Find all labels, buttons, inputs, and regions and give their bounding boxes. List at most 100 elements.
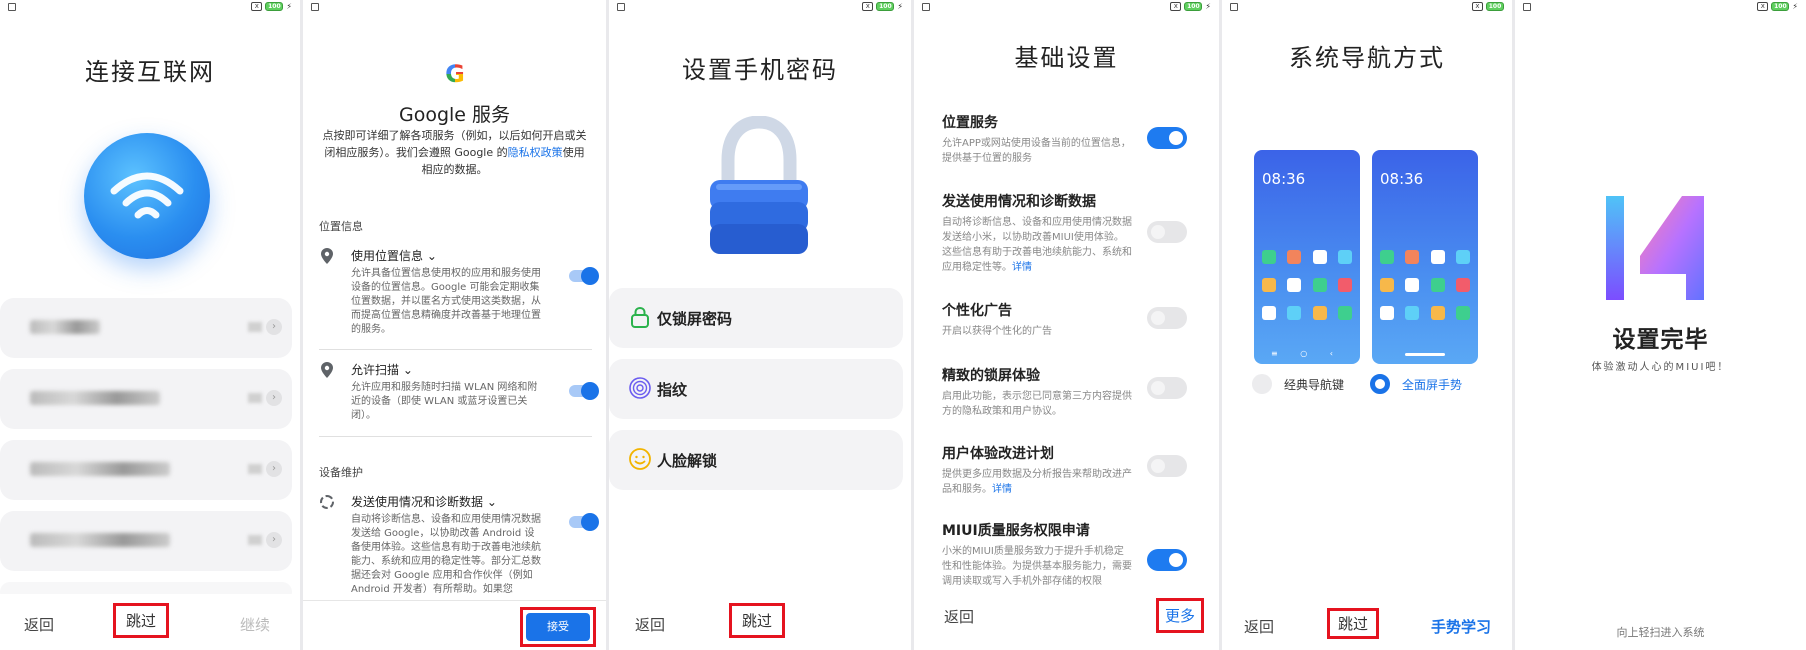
personalized-ads-item: 个性化广告 开启以获得个性化的广告 [942, 300, 1132, 339]
page-title: 基础设置 [1014, 44, 1119, 72]
item-description: 启用此功能，表示您已同意第三方内容提供方的隐私政策和用户协议。 [942, 391, 1132, 417]
network-name [30, 320, 100, 334]
back-button[interactable]: 返回 [24, 614, 54, 635]
item-title: 发送使用情况和诊断数据 [942, 194, 1096, 210]
face-unlock-option[interactable]: 人脸解锁 [609, 430, 903, 490]
preview-time: 08:36 [1380, 170, 1424, 188]
intro-text: 点按即可详细了解各项服务（例如，以后如何开启或关闭相应服务）。我们会遵照 Goo… [321, 127, 588, 178]
send-diagnostics-item[interactable]: 发送使用情况和诊断数据 ⌄ 自动将诊断信息、设备和应用使用情况数据发送给 Goo… [351, 493, 541, 597]
chevron-right-icon[interactable]: › [266, 319, 282, 335]
ux-improvement-item: 用户体验改进计划 提供更多应用数据及分析报告来帮助改进产品和服务。详情 [942, 443, 1132, 497]
page-title: 设置完毕 [1612, 327, 1709, 353]
charging-icon: ⚡ [897, 2, 903, 11]
gesture-nav-radio[interactable] [1370, 374, 1390, 394]
use-location-item[interactable]: 使用位置信息 ⌄ 允许具备位置信息使用权的应用和服务使用设备的位置信息。Goog… [351, 247, 541, 337]
bottom-bar: 返回 跳过 手势学习 [1222, 594, 1512, 650]
bottom-bar: 返回 跳过 [609, 594, 911, 650]
classic-nav-label[interactable]: 经典导航键 [1284, 376, 1344, 393]
fingerprint-option[interactable]: 指纹 [609, 359, 903, 419]
section-header-location: 位置信息 [319, 220, 363, 233]
ads-link[interactable]: 开启以获得个性化的广告 [942, 324, 1132, 339]
option-label: 人脸解锁 [657, 452, 718, 470]
skip-button[interactable]: 跳过 [1327, 608, 1380, 639]
item-title: 发送使用情况和诊断数据 [351, 495, 484, 509]
back-button[interactable]: 返回 [1244, 616, 1274, 637]
lock-screen-password-option[interactable]: 仅锁屏密码 [609, 288, 903, 348]
chevron-down-icon[interactable]: ⌄ [487, 495, 497, 509]
allow-scanning-toggle[interactable] [569, 382, 599, 400]
chevron-right-icon[interactable]: › [266, 390, 282, 406]
more-button[interactable]: 更多 [1156, 598, 1205, 633]
status-bar: x 100 ⚡ [609, 0, 911, 14]
notification-icon [1523, 3, 1531, 11]
sim-off-icon: x [1757, 2, 1769, 11]
wifi-network-item[interactable]: › [0, 298, 292, 358]
item-title: 精致的锁屏体验 [942, 368, 1040, 384]
chevron-right-icon[interactable]: › [266, 532, 282, 548]
option-label: 指纹 [657, 381, 688, 399]
gesture-nav-preview[interactable]: 08:36 [1372, 150, 1478, 364]
location-service-toggle[interactable] [1147, 127, 1187, 149]
divider [319, 436, 592, 437]
classic-nav-preview[interactable]: 08:36 ≡ ○ ‹ [1254, 150, 1360, 364]
back-button[interactable]: 返回 [944, 606, 974, 627]
item-description: 自动将诊断信息、设备和应用使用情况数据发送给小米，以协助改善MIUI使用体验。这… [942, 217, 1132, 273]
page-title: 设置手机密码 [682, 56, 838, 84]
sim-off-icon: x [1170, 2, 1182, 11]
diagnostics-item: 发送使用情况和诊断数据 自动将诊断信息、设备和应用使用情况数据发送给小米，以协助… [942, 191, 1132, 275]
battery-icon: 100 [1771, 2, 1790, 11]
use-location-toggle[interactable] [569, 267, 599, 285]
wifi-network-item[interactable]: › [0, 511, 292, 571]
item-title: 个性化广告 [942, 303, 1012, 319]
item-title: MIUI质量服务权限申请 [942, 523, 1090, 539]
accept-button-frame: 接受 [520, 607, 596, 647]
wifi-setup-screen: x 100 ⚡ 连接互联网 › › › › 返回 跳过 继续 [0, 0, 300, 650]
wifi-network-item[interactable]: › [0, 440, 292, 500]
app-icon-grid [1262, 250, 1352, 320]
item-title: 允许扫描 [351, 363, 400, 377]
ux-improvement-toggle[interactable] [1147, 455, 1187, 477]
classic-nav-radio[interactable] [1252, 374, 1272, 394]
option-label: 仅锁屏密码 [657, 310, 733, 328]
gesture-nav-label[interactable]: 全面屏手势 [1402, 376, 1462, 393]
scan-pin-icon [321, 362, 333, 378]
chevron-down-icon[interactable]: ⌄ [403, 363, 413, 377]
wifi-network-item[interactable]: › [0, 369, 292, 429]
accept-button[interactable]: 接受 [526, 613, 590, 641]
chevron-down-icon[interactable]: ⌄ [427, 249, 437, 263]
gesture-tutorial-button[interactable]: 手势学习 [1431, 616, 1491, 637]
details-link[interactable]: 详情 [1012, 262, 1032, 273]
lockscreen-experience-toggle[interactable] [1147, 377, 1187, 399]
chevron-right-icon[interactable]: › [266, 461, 282, 477]
location-service-item: 位置服务 允许APP或网站使用设备当前的位置信息，提供基于位置的服务 [942, 112, 1132, 166]
item-title: 位置服务 [942, 115, 998, 131]
send-diagnostics-toggle[interactable] [569, 513, 599, 531]
continue-button[interactable]: 继续 [240, 614, 270, 635]
skip-button[interactable]: 跳过 [729, 603, 786, 638]
back-button[interactable]: 返回 [635, 614, 665, 635]
miui-quality-toggle[interactable] [1147, 549, 1187, 571]
battery-icon: 100 [1184, 2, 1203, 11]
personalized-ads-toggle[interactable] [1147, 307, 1187, 329]
battery-icon: 100 [1486, 2, 1504, 11]
set-password-screen: x 100 ⚡ 设置手机密码 仅锁屏密码 指纹 人脸解锁 返回 跳过 [609, 0, 911, 650]
diagnostics-toggle[interactable] [1147, 221, 1187, 243]
item-description: 自动将诊断信息、设备和应用使用情况数据发送给 Google，以协助改善 Andr… [351, 514, 541, 595]
skip-button[interactable]: 跳过 [113, 603, 170, 638]
setup-complete-screen: x 100 ⚡ 14 设置完毕 体验激动人心的MIUI吧！ 向上轻扫进入系统 [1515, 0, 1806, 650]
google-services-screen: G Google 服务 点按即可详细了解各项服务（例如，以后如何开启或关闭相应服… [303, 0, 606, 650]
item-description: 允许APP或网站使用设备当前的位置信息，提供基于位置的服务 [942, 138, 1131, 164]
network-name [30, 391, 160, 405]
miui14-logo: 14 [1606, 196, 1704, 300]
item-description: 小米的MIUI质量服务致力于提升手机稳定性和性能体验。为提供基本服务能力，需要调… [942, 546, 1132, 587]
network-name [30, 462, 170, 476]
lockscreen-experience-item: 精致的锁屏体验 启用此功能，表示您已同意第三方内容提供方的隐私政策和用户协议。 [942, 365, 1132, 419]
padlock-hero-icon [710, 116, 808, 254]
lock-outline-icon [631, 306, 649, 328]
privacy-policy-link[interactable]: 隐私权政策 [508, 146, 563, 159]
status-bar: x 100 ⚡ [0, 0, 300, 14]
swipe-up-hint[interactable]: 向上轻扫进入系统 [1515, 624, 1806, 640]
allow-scanning-item[interactable]: 允许扫描 ⌄ 允许应用和服务随时扫描 WLAN 网络和附近的设备（即使 WLAN… [351, 361, 541, 423]
details-link[interactable]: 详情 [992, 484, 1012, 495]
battery-icon: 100 [265, 2, 284, 11]
